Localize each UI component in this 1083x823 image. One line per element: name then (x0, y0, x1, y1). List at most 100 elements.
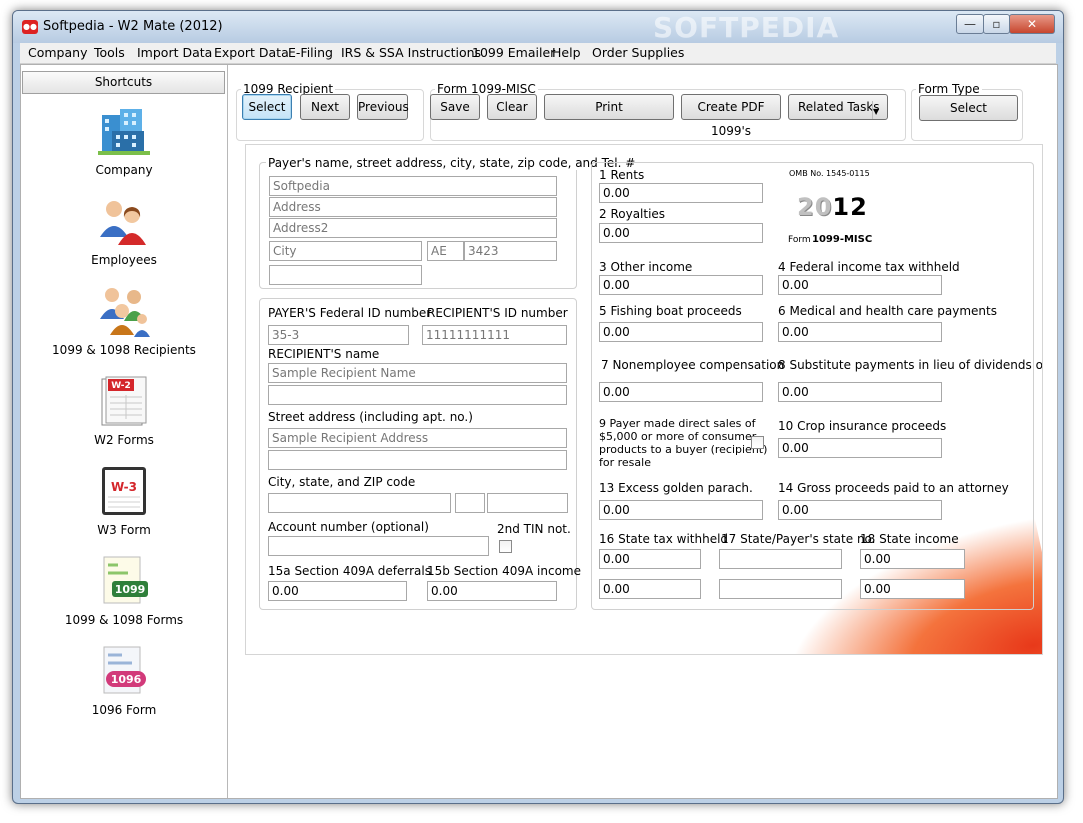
form-1099-badge-text: 1099 (115, 583, 146, 596)
client-area: Shortcuts Company Employees 1099 & 1098 … (20, 64, 1058, 799)
menu-irs-ssa-instructions[interactable]: IRS & SSA Instructions (341, 45, 481, 60)
street-address2-field[interactable] (268, 450, 567, 470)
recipient-select-button[interactable]: Select (242, 94, 292, 120)
shortcut-w2-forms[interactable]: W-2 W2 Forms (21, 375, 227, 447)
menu-company[interactable]: Company (28, 45, 87, 60)
shortcuts-sidebar: Shortcuts Company Employees 1099 & 1098 … (21, 65, 228, 798)
payer-fed-id-field[interactable]: 35-3 (268, 325, 409, 345)
box5-label: 5 Fishing boat proceeds (599, 304, 742, 318)
payer-name-field[interactable]: Softpedia (269, 176, 557, 196)
shortcut-company-label: Company (95, 163, 153, 177)
street-address-label: Street address (including apt. no.) (268, 410, 473, 424)
form-year: 2012 (797, 193, 868, 221)
box17-state-no-field-2[interactable] (719, 579, 842, 599)
shortcut-1099-1098-forms-label: 1099 & 1098 Forms (64, 613, 184, 627)
menu-order-supplies[interactable]: Order Supplies (592, 45, 684, 60)
box18-state-income-field-1[interactable]: 0.00 (860, 549, 965, 569)
recipient-name2-field[interactable] (268, 385, 567, 405)
dropdown-arrow-icon: ▼ (872, 101, 885, 119)
shortcut-1096-form[interactable]: 1096 1096 Form (21, 645, 227, 717)
payer-city-field[interactable]: City (269, 241, 422, 261)
print-button[interactable]: Print (544, 94, 674, 120)
company-building-icon (98, 105, 150, 157)
form-1096-icon: 1096 (98, 645, 150, 697)
employees-icon (98, 195, 150, 247)
box7-nonemployee-comp-field[interactable]: 0.00 (599, 382, 763, 402)
recipient-city-field[interactable] (268, 493, 451, 513)
second-tin-checkbox[interactable] (499, 540, 512, 553)
payer-section-label: Payer's name, street address, city, stat… (266, 156, 638, 170)
close-button[interactable]: ✕ (1009, 14, 1055, 34)
recipients-icon (98, 285, 150, 337)
box17-state-no-field-1[interactable] (719, 549, 842, 569)
shortcut-w3-form[interactable]: W-3 W3 Form (21, 465, 227, 537)
shortcut-1099-1098-forms[interactable]: 1099 1099 & 1098 Forms (21, 555, 227, 627)
create-pdf-button[interactable]: Create PDF 1099's (681, 94, 781, 138)
box14-label: 14 Gross proceeds paid to an attorney (778, 481, 1009, 495)
box1-rents-field[interactable]: 0.00 (599, 183, 763, 203)
shortcut-w3-form-label: W3 Form (97, 523, 151, 537)
box2-label: 2 Royalties (599, 207, 666, 221)
account-number-field[interactable] (268, 536, 489, 556)
form-type-group-label: Form Type (918, 82, 980, 96)
menu-export-data[interactable]: Export Data (214, 45, 289, 60)
box6-medical-field[interactable]: 0.00 (778, 322, 942, 342)
w3-form-icon: W-3 (98, 465, 150, 517)
box16-state-tax-field-1[interactable]: 0.00 (599, 549, 701, 569)
maximize-button[interactable]: ▫ (983, 14, 1010, 34)
menu-1099-emailer[interactable]: 1099 Emailer (472, 45, 555, 60)
box15b-field[interactable]: 0.00 (427, 581, 557, 601)
box9-direct-sales-checkbox[interactable] (751, 436, 764, 449)
box18-state-income-field-2[interactable]: 0.00 (860, 579, 965, 599)
minimize-button[interactable]: — (956, 14, 984, 34)
form-1096-badge-text: 1096 (111, 673, 142, 686)
shortcut-w2-forms-label: W2 Forms (94, 433, 154, 447)
menu-e-filing[interactable]: E-Filing (288, 45, 333, 60)
box16-state-tax-field-2[interactable]: 0.00 (599, 579, 701, 599)
recipient-name-field[interactable]: Sample Recipient Name (268, 363, 567, 383)
payer-state-field[interactable]: AE (427, 241, 464, 261)
menu-bar: Company Tools Import Data Export Data E-… (20, 43, 1056, 64)
next-button[interactable]: Next (300, 94, 350, 120)
box1-label: 1 Rents (599, 168, 645, 182)
menu-tools[interactable]: Tools (94, 45, 125, 60)
account-number-label: Account number (optional) (268, 520, 429, 534)
shortcut-company[interactable]: Company (21, 105, 227, 177)
box18-label: 18 State income (860, 532, 959, 546)
recipient-name-label: RECIPIENT'S name (268, 347, 380, 361)
box9-label: 9 Payer made direct sales of $5,000 or m… (599, 417, 768, 469)
menu-import-data[interactable]: Import Data (137, 45, 212, 60)
recipient-id-field[interactable]: 11111111111 (422, 325, 567, 345)
box13-golden-parachute-field[interactable]: 0.00 (599, 500, 763, 520)
box8-substitute-payments-field[interactable]: 0.00 (778, 382, 942, 402)
street-address-field[interactable]: Sample Recipient Address (268, 428, 567, 448)
box2-royalties-field[interactable]: 0.00 (599, 223, 763, 243)
shortcut-recipients[interactable]: 1099 & 1098 Recipients (21, 285, 227, 357)
previous-button[interactable]: Previous (357, 94, 409, 120)
box3-other-income-field[interactable]: 0.00 (599, 275, 763, 295)
recipient-zip-field[interactable] (487, 493, 568, 513)
box13-label: 13 Excess golden parach. (599, 481, 753, 495)
shortcut-1096-form-label: 1096 Form (91, 703, 157, 717)
box15a-label: 15a Section 409A deferrals (268, 564, 431, 578)
box4-fed-tax-withheld-field[interactable]: 0.00 (778, 275, 942, 295)
form-type-select-button[interactable]: Select (919, 95, 1018, 121)
recipient-state-field[interactable] (455, 493, 485, 513)
payer-address-field[interactable]: Address (269, 197, 557, 217)
w3-badge-text: W-3 (111, 480, 137, 494)
menu-help[interactable]: Help (552, 45, 581, 60)
box10-crop-insurance-field[interactable]: 0.00 (778, 438, 942, 458)
shortcuts-header[interactable]: Shortcuts (22, 71, 225, 94)
box15a-field[interactable]: 0.00 (268, 581, 407, 601)
box14-attorney-proceeds-field[interactable]: 0.00 (778, 500, 942, 520)
related-tasks-dropdown[interactable]: Related Tasks ▼ (788, 94, 888, 120)
box5-fishing-boat-field[interactable]: 0.00 (599, 322, 763, 342)
clear-button[interactable]: Clear (487, 94, 537, 120)
title-bar[interactable]: SOFTPEDIA ●● Softpedia - W2 Mate (2012) … (13, 11, 1063, 44)
shortcut-employees[interactable]: Employees (21, 195, 227, 267)
box16-label: 16 State tax withheld (599, 532, 729, 546)
payer-zip-field[interactable]: 3423 (464, 241, 557, 261)
payer-tel-field[interactable] (269, 265, 422, 285)
payer-address2-field[interactable]: Address2 (269, 218, 557, 238)
save-button[interactable]: Save (430, 94, 480, 120)
